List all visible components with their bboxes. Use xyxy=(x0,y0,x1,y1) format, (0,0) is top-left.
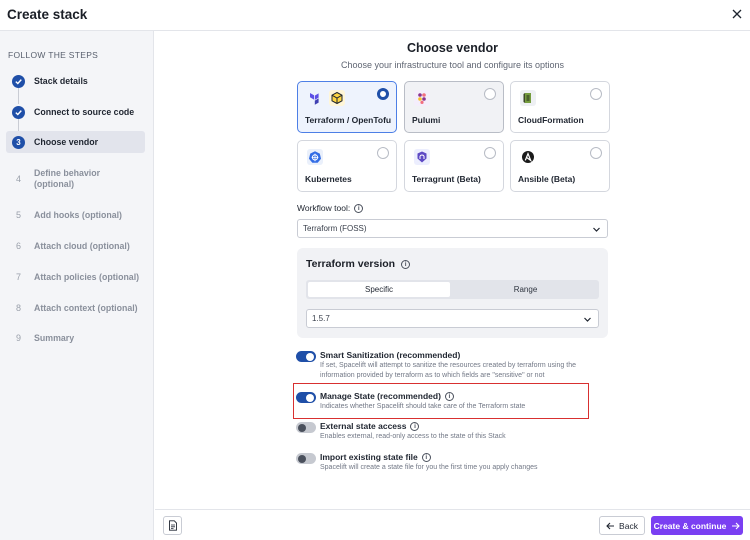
toggle-title-text: External state access xyxy=(320,421,407,431)
step-number: 6 xyxy=(15,241,21,251)
back-button[interactable]: Back xyxy=(599,516,645,535)
chevron-down-icon xyxy=(584,317,591,322)
vendor-name: Ansible (Beta) xyxy=(518,174,576,184)
opentofu-icon xyxy=(329,90,345,106)
vendor-card-terraform[interactable]: Terraform / OpenTofu xyxy=(297,81,397,133)
step-label: Choose vendor xyxy=(34,136,99,147)
toggle-description: If set, Spacelift will attempt to saniti… xyxy=(320,362,577,379)
vendor-card-terragrunt[interactable]: Terragrunt (Beta) xyxy=(404,140,504,192)
highlight-box xyxy=(293,383,589,419)
version-mode-specific[interactable]: Specific xyxy=(308,282,450,297)
dialog-header: Create stack xyxy=(0,0,750,31)
terraform-version-value: 1.5.7 xyxy=(312,314,330,323)
steps-heading: FOLLOW THE STEPS xyxy=(8,50,99,60)
external-state-access-toggle[interactable] xyxy=(296,422,316,433)
vendor-name: Kubernetes xyxy=(305,174,352,184)
workflow-tool-label: Workflow tool: i xyxy=(297,203,364,214)
step-label: Connect to source code xyxy=(34,106,135,117)
cloudformation-icon xyxy=(520,90,536,106)
terraform-version-title-text: Terraform version xyxy=(306,258,396,270)
toggle-description: Enables external, read-only access to th… xyxy=(320,433,506,440)
info-icon[interactable]: i xyxy=(410,422,420,432)
page-title: Choose vendor xyxy=(407,41,498,55)
step-choose-vendor[interactable]: 3 Choose vendor xyxy=(6,131,145,153)
step-label: Stack details xyxy=(34,75,88,86)
vendor-name: CloudFormation xyxy=(518,115,584,125)
toggle-description: Spacelift will create a state file for y… xyxy=(320,464,538,471)
pulumi-icon xyxy=(414,90,430,106)
step-label: Add hooks (optional) xyxy=(34,209,122,220)
step-label: Attach policies (optional) xyxy=(34,271,140,282)
step-number: 4 xyxy=(15,174,21,184)
version-mode-range[interactable]: Range xyxy=(454,282,597,297)
vendor-card-ansible[interactable]: Ansible (Beta) xyxy=(510,140,610,192)
terraform-version-panel: Terraform version i Specific Range 1.5.7 xyxy=(297,248,608,338)
vendor-card-pulumi[interactable]: Pulumi xyxy=(404,81,504,133)
toggle-title: External state access i xyxy=(320,421,420,432)
step-attach-cloud[interactable]: 6 Attach cloud (optional) xyxy=(6,235,145,257)
step-attach-context[interactable]: 8 Attach context (optional) xyxy=(6,297,145,319)
vendor-name: Terraform / OpenTofu xyxy=(305,115,392,125)
kubernetes-icon xyxy=(307,149,323,165)
dialog-footer: Back Create & continue xyxy=(155,509,750,540)
steps-sidebar: FOLLOW THE STEPS Stack details Connect t… xyxy=(0,31,154,540)
vendor-radio[interactable] xyxy=(590,88,602,100)
document-icon xyxy=(168,520,177,531)
toggle-title-text: Import existing state file xyxy=(320,452,418,462)
vendor-radio[interactable] xyxy=(484,88,496,100)
step-summary[interactable]: 9 Summary xyxy=(6,327,145,349)
workflow-tool-label-text: Workflow tool: xyxy=(297,203,351,213)
chevron-down-icon xyxy=(593,227,600,232)
vendor-radio[interactable] xyxy=(484,147,496,159)
step-number: 5 xyxy=(15,210,21,220)
info-icon[interactable]: i xyxy=(401,259,411,269)
arrow-left-icon xyxy=(606,522,615,529)
step-label: Attach context (optional) xyxy=(34,302,138,313)
vendor-name: Terragrunt (Beta) xyxy=(412,174,481,184)
step-connect-source-code[interactable]: Connect to source code xyxy=(6,101,145,123)
check-icon xyxy=(12,74,25,88)
arrow-right-icon xyxy=(732,522,741,529)
info-icon[interactable]: i xyxy=(354,204,364,214)
check-icon xyxy=(12,105,25,119)
vendor-card-kubernetes[interactable]: Kubernetes xyxy=(297,140,397,192)
vendor-name: Pulumi xyxy=(412,115,441,125)
step-label: Define behavior (optional) xyxy=(34,168,100,189)
toggle-title: Import existing state file i xyxy=(320,452,431,463)
vendor-card-cloudformation[interactable]: CloudFormation xyxy=(510,81,610,133)
close-icon[interactable] xyxy=(730,7,744,21)
import-state-file-toggle[interactable] xyxy=(296,453,316,464)
step-define-behavior[interactable]: 4 Define behavior (optional) xyxy=(6,167,145,191)
toggle-title: Smart Sanitization (recommended) xyxy=(320,350,461,360)
step-number: 9 xyxy=(15,333,21,343)
terraform-version-title: Terraform version i xyxy=(306,258,411,270)
step-add-hooks[interactable]: 5 Add hooks (optional) xyxy=(6,204,145,226)
back-label: Back xyxy=(619,520,638,531)
terraform-version-select[interactable]: 1.5.7 xyxy=(306,309,599,328)
vendor-radio[interactable] xyxy=(377,147,389,159)
terragrunt-icon xyxy=(414,149,430,165)
info-icon[interactable]: i xyxy=(421,453,431,463)
workflow-tool-select[interactable]: Terraform (FOSS) xyxy=(297,219,608,238)
create-continue-button[interactable]: Create & continue xyxy=(651,516,743,535)
vendor-radio[interactable] xyxy=(590,147,602,159)
step-label: Summary xyxy=(34,332,75,343)
workflow-tool-value: Terraform (FOSS) xyxy=(303,224,367,233)
version-mode-segmented-control: Specific Range xyxy=(306,280,599,299)
smart-sanitization-toggle[interactable] xyxy=(296,351,316,362)
step-number: 8 xyxy=(15,303,21,313)
ansible-icon xyxy=(520,149,536,165)
step-number: 3 xyxy=(12,135,25,149)
terraform-icon xyxy=(307,90,323,106)
dialog-title: Create stack xyxy=(7,7,88,22)
vendor-radio[interactable] xyxy=(377,88,389,100)
step-label: Attach cloud (optional) xyxy=(34,240,130,251)
step-number: 7 xyxy=(15,272,21,282)
main-panel: Choose vendor Choose your infrastructure… xyxy=(155,31,750,509)
step-attach-policies[interactable]: 7 Attach policies (optional) xyxy=(6,266,145,288)
step-stack-details[interactable]: Stack details xyxy=(6,70,145,92)
create-continue-label: Create & continue xyxy=(653,520,727,531)
documentation-button[interactable] xyxy=(163,516,182,535)
page-subtitle: Choose your infrastructure tool and conf… xyxy=(340,60,565,70)
